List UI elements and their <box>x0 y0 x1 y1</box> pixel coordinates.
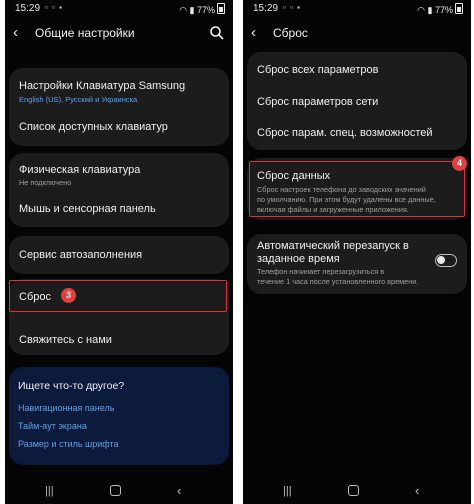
item-label-line-2: заданное время <box>257 253 340 265</box>
item-label: Физическая клавиатура <box>19 164 141 176</box>
item-subtitle: English (US), Русский и Украинска <box>19 95 138 104</box>
item-label: Настройки Клавиатура Samsung <box>19 80 186 92</box>
reset-options-card: Сброс всех параметров Сброс параметров с… <box>247 52 467 150</box>
navigation-bar: ||| ‹ <box>243 478 471 504</box>
status-right: ◠ ▮ 77% <box>417 3 463 16</box>
step-badge: 4 <box>452 156 467 171</box>
status-bar: 15:29 ▫ ▫ ▪ ◠ ▮ 77% <box>5 0 233 18</box>
auto-restart-toggle[interactable] <box>435 254 457 267</box>
contact-us-item[interactable]: Свяжитесь с нами <box>9 321 229 355</box>
page-title: Общие настройки <box>35 26 135 40</box>
item-label: Свяжитесь с нами <box>19 334 112 346</box>
physical-keyboard-item[interactable]: Физическая клавиатура Не подключено <box>9 153 229 189</box>
status-right: ◠ ▮ 77% <box>179 3 225 16</box>
screen-timeout-link[interactable]: Тайм-аут экрана <box>18 421 87 431</box>
back-icon[interactable]: ‹ <box>13 23 33 43</box>
status-time: 15:29 <box>15 3 41 14</box>
battery-percent: 77% <box>196 5 215 15</box>
item-label: Сервис автозаполнения <box>19 249 143 261</box>
reset-network-settings-item[interactable]: Сброс параметров сети <box>247 85 467 117</box>
right-screen: 15:29 ▫ ▫ ▪ ◠ ▮ 77% ‹ Сброс Сброс всех п… <box>243 0 471 504</box>
keyboards-card: Настройки Клавиатура Samsung English (US… <box>9 68 229 146</box>
font-size-style-link[interactable]: Размер и стиль шрифта <box>18 439 119 449</box>
input-devices-card: Физическая клавиатура Не подключено Мышь… <box>9 153 229 227</box>
recent-apps-icon[interactable]: ||| <box>45 485 57 497</box>
reset-all-settings-item[interactable]: Сброс всех параметров <box>247 52 467 84</box>
samsung-keyboard-settings-item[interactable]: Настройки Клавиатура Samsung English (US… <box>9 68 229 106</box>
item-subtitle: Не подключено <box>19 178 72 187</box>
item-desc-line-1: Телефон начинает перезагрузиться в <box>257 267 385 276</box>
reset-highlight <box>9 280 227 312</box>
item-label: Сброс всех параметров <box>257 64 379 76</box>
item-desc-line-2: течение 1 часа после установленного врем… <box>257 277 419 286</box>
item-label: Сброс параметров сети <box>257 96 379 108</box>
signal-icon: ▮ <box>427 5 433 15</box>
reset-accessibility-settings-item[interactable]: Сброс парам. спец. возможностей <box>247 118 467 150</box>
wifi-icon: ◠ <box>417 5 425 15</box>
mouse-touchpad-item[interactable]: Мышь и сенсорная панель <box>9 191 229 227</box>
factory-reset-highlight <box>249 161 465 217</box>
auto-restart-card: Автоматический перезапуск в заданное вре… <box>247 234 467 294</box>
navigation-bar: ||| ‹ <box>5 478 233 504</box>
page-title: Сброс <box>273 26 308 40</box>
notification-icons: ▫ ▫ ▪ <box>45 3 63 12</box>
nav-back-icon[interactable]: ‹ <box>177 483 181 498</box>
home-icon[interactable] <box>348 485 359 496</box>
app-bar: ‹ Сброс <box>243 20 471 46</box>
autofill-card: Сервис автозаполнения <box>9 236 229 274</box>
item-label: Сброс парам. спец. возможностей <box>257 127 433 139</box>
signal-icon: ▮ <box>189 5 195 15</box>
status-time: 15:29 <box>253 3 279 14</box>
help-card: Ищете что-то другое? Навигационная панел… <box>9 367 229 465</box>
toggle-knob <box>437 256 445 264</box>
battery-percent: 77% <box>434 5 453 15</box>
auto-restart-item[interactable]: Автоматический перезапуск в заданное вре… <box>247 234 467 294</box>
search-icon[interactable] <box>209 25 225 41</box>
notification-icons: ▫ ▫ ▪ <box>283 3 301 12</box>
status-bar: 15:29 ▫ ▫ ▪ ◠ ▮ 77% <box>243 0 471 18</box>
navigation-bar-link[interactable]: Навигационная панель <box>18 403 114 413</box>
autofill-service-item[interactable]: Сервис автозаполнения <box>9 236 229 274</box>
wifi-icon: ◠ <box>179 5 187 15</box>
item-label: Список доступных клавиатур <box>19 121 168 133</box>
back-icon[interactable]: ‹ <box>251 23 271 43</box>
app-bar: ‹ Общие настройки <box>5 20 233 46</box>
home-icon[interactable] <box>110 485 121 496</box>
item-label-line-1: Автоматический перезапуск в <box>257 240 409 252</box>
help-title: Ищете что-то другое? <box>18 380 125 392</box>
item-label: Мышь и сенсорная панель <box>19 203 156 215</box>
step-badge: 3 <box>61 288 76 303</box>
recent-apps-icon[interactable]: ||| <box>283 485 295 497</box>
left-screen: 15:29 ▫ ▫ ▪ ◠ ▮ 77% ‹ Общие настройки На… <box>5 0 233 504</box>
battery-icon <box>217 3 225 14</box>
nav-back-icon[interactable]: ‹ <box>415 483 419 498</box>
battery-icon <box>455 3 463 14</box>
available-keyboards-item[interactable]: Список доступных клавиатур <box>9 108 229 146</box>
